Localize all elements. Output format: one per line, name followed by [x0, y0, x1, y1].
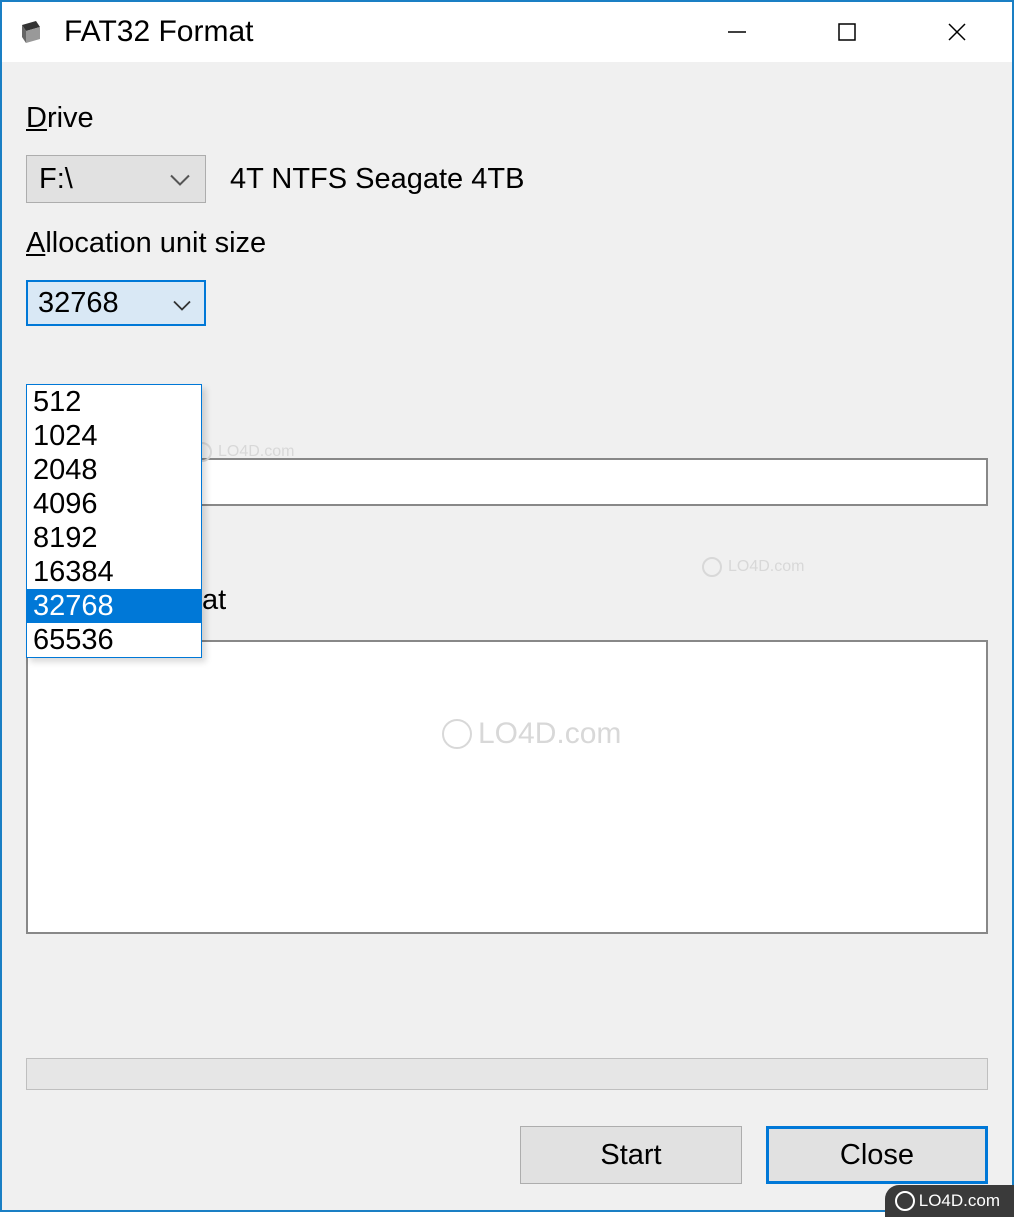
allocation-option[interactable]: 16384 — [27, 555, 201, 589]
chevron-down-icon — [169, 163, 191, 196]
app-window: FAT32 Format Drive F:\ 4T NTFS Seagate 4… — [0, 0, 1014, 1212]
allocation-dropdown-list[interactable]: 5121024204840968192163843276865536 — [26, 384, 202, 658]
window-controls — [682, 2, 1012, 62]
start-button[interactable]: Start — [520, 1126, 742, 1184]
chevron-down-icon — [172, 287, 192, 320]
site-badge-text: LO4D.com — [919, 1191, 1000, 1211]
watermark: LO4D.com — [702, 557, 804, 577]
titlebar: FAT32 Format — [2, 2, 1012, 62]
close-button-label: Close — [840, 1139, 914, 1172]
drive-select[interactable]: F:\ — [26, 155, 206, 203]
drive-label: Drive — [26, 102, 988, 135]
allocation-option[interactable]: 1024 — [27, 419, 201, 453]
allocation-option[interactable]: 2048 — [27, 453, 201, 487]
drive-row: F:\ 4T NTFS Seagate 4TB — [26, 155, 988, 203]
allocation-label: Allocation unit size — [26, 227, 988, 260]
minimize-button[interactable] — [682, 2, 792, 62]
content-area: Drive F:\ 4T NTFS Seagate 4TB Allocation… — [2, 62, 1012, 1210]
allocation-option[interactable]: 8192 — [27, 521, 201, 555]
progress-bar — [26, 1058, 988, 1090]
button-row: Start Close — [520, 1126, 988, 1184]
drive-description: 4T NTFS Seagate 4TB — [230, 163, 524, 196]
app-icon — [16, 17, 46, 47]
quick-format-label-fragment: at — [202, 584, 226, 617]
drive-select-value: F:\ — [39, 163, 73, 196]
window-title: FAT32 Format — [64, 15, 254, 49]
allocation-option[interactable]: 65536 — [27, 623, 201, 657]
site-badge: LO4D.com — [885, 1185, 1014, 1217]
allocation-section: Allocation unit size 32768 — [26, 227, 988, 326]
start-button-label: Start — [600, 1139, 661, 1172]
allocation-option[interactable]: 4096 — [27, 487, 201, 521]
allocation-select-value: 32768 — [38, 287, 119, 320]
allocation-option[interactable]: 32768 — [27, 589, 201, 623]
allocation-option[interactable]: 512 — [27, 385, 201, 419]
close-window-button[interactable] — [902, 2, 1012, 62]
close-button[interactable]: Close — [766, 1126, 988, 1184]
output-textarea[interactable] — [26, 640, 988, 934]
maximize-button[interactable] — [792, 2, 902, 62]
allocation-select[interactable]: 32768 — [26, 280, 206, 326]
